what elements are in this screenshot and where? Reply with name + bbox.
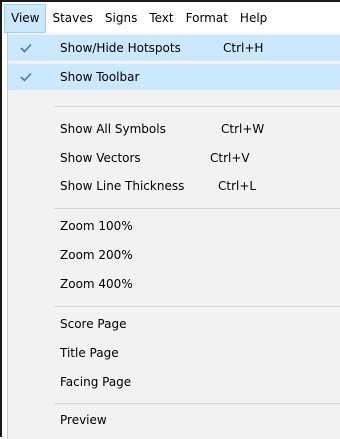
- menu-item-facing-page[interactable]: Facing Page: [8, 369, 340, 395]
- menu-item-label: Facing Page: [60, 375, 132, 389]
- menu-staves[interactable]: Staves: [46, 4, 98, 33]
- menu-item-title-page[interactable]: Title Page: [8, 340, 340, 366]
- menu-bar: View Staves Signs Text Format Help: [4, 4, 340, 33]
- menu-item-show-vectors[interactable]: Show Vectors Ctrl+V: [8, 145, 340, 171]
- view-dropdown-menu: Show/Hide Hotspots Ctrl+H Show Toolbar S…: [7, 33, 340, 439]
- menu-item-preview[interactable]: Preview: [8, 407, 340, 433]
- menu-item-zoom-200[interactable]: Zoom 200%: [8, 242, 340, 268]
- menu-separator: [54, 106, 340, 107]
- menu-item-show-all-symbols[interactable]: Show All Symbols Ctrl+W: [8, 116, 340, 142]
- menu-item-label: Title Page: [60, 346, 119, 360]
- menu-item-show-toolbar[interactable]: Show Toolbar: [8, 64, 340, 90]
- menu-item-label: Show/Hide Hotspots: [60, 41, 181, 55]
- menu-item-show-hide-hotspots[interactable]: Show/Hide Hotspots Ctrl+H: [8, 35, 340, 61]
- menu-item-shortcut: Ctrl+V: [210, 151, 250, 165]
- menu-item-label: Show Vectors: [60, 151, 141, 165]
- menu-item-zoom-100[interactable]: Zoom 100%: [8, 213, 340, 239]
- menu-item-label: Show All Symbols: [60, 122, 166, 136]
- app-window: View Staves Signs Text Format Help Show/…: [0, 0, 340, 439]
- menu-item-shortcut: Ctrl+L: [218, 179, 257, 193]
- checkmark-icon: [8, 35, 44, 61]
- menu-item-label: Score Page: [60, 317, 127, 331]
- menu-item-score-page[interactable]: Score Page: [8, 311, 340, 337]
- menu-format[interactable]: Format: [180, 4, 234, 33]
- menu-text[interactable]: Text: [143, 4, 179, 33]
- checkmark-icon: [8, 64, 44, 90]
- menu-item-label: Zoom 400%: [60, 277, 133, 291]
- menu-item-show-line-thickness[interactable]: Show Line Thickness Ctrl+L: [8, 173, 340, 199]
- menu-item-label: Show Line Thickness: [60, 179, 185, 193]
- menu-item-label: Zoom 100%: [60, 219, 133, 233]
- menu-item-shortcut: Ctrl+W: [221, 122, 265, 136]
- menu-signs[interactable]: Signs: [99, 4, 143, 33]
- menu-view[interactable]: View: [4, 4, 47, 33]
- menu-item-label: Show Toolbar: [60, 70, 140, 84]
- menu-item-zoom-400[interactable]: Zoom 400%: [8, 271, 340, 297]
- menu-item-label: Preview: [60, 413, 107, 427]
- menu-help[interactable]: Help: [234, 4, 273, 33]
- menu-separator: [54, 208, 340, 209]
- menu-item-label: Zoom 200%: [60, 248, 133, 262]
- menu-item-shortcut: Ctrl+H: [223, 41, 264, 55]
- menu-separator: [54, 403, 340, 404]
- menu-separator: [54, 306, 340, 307]
